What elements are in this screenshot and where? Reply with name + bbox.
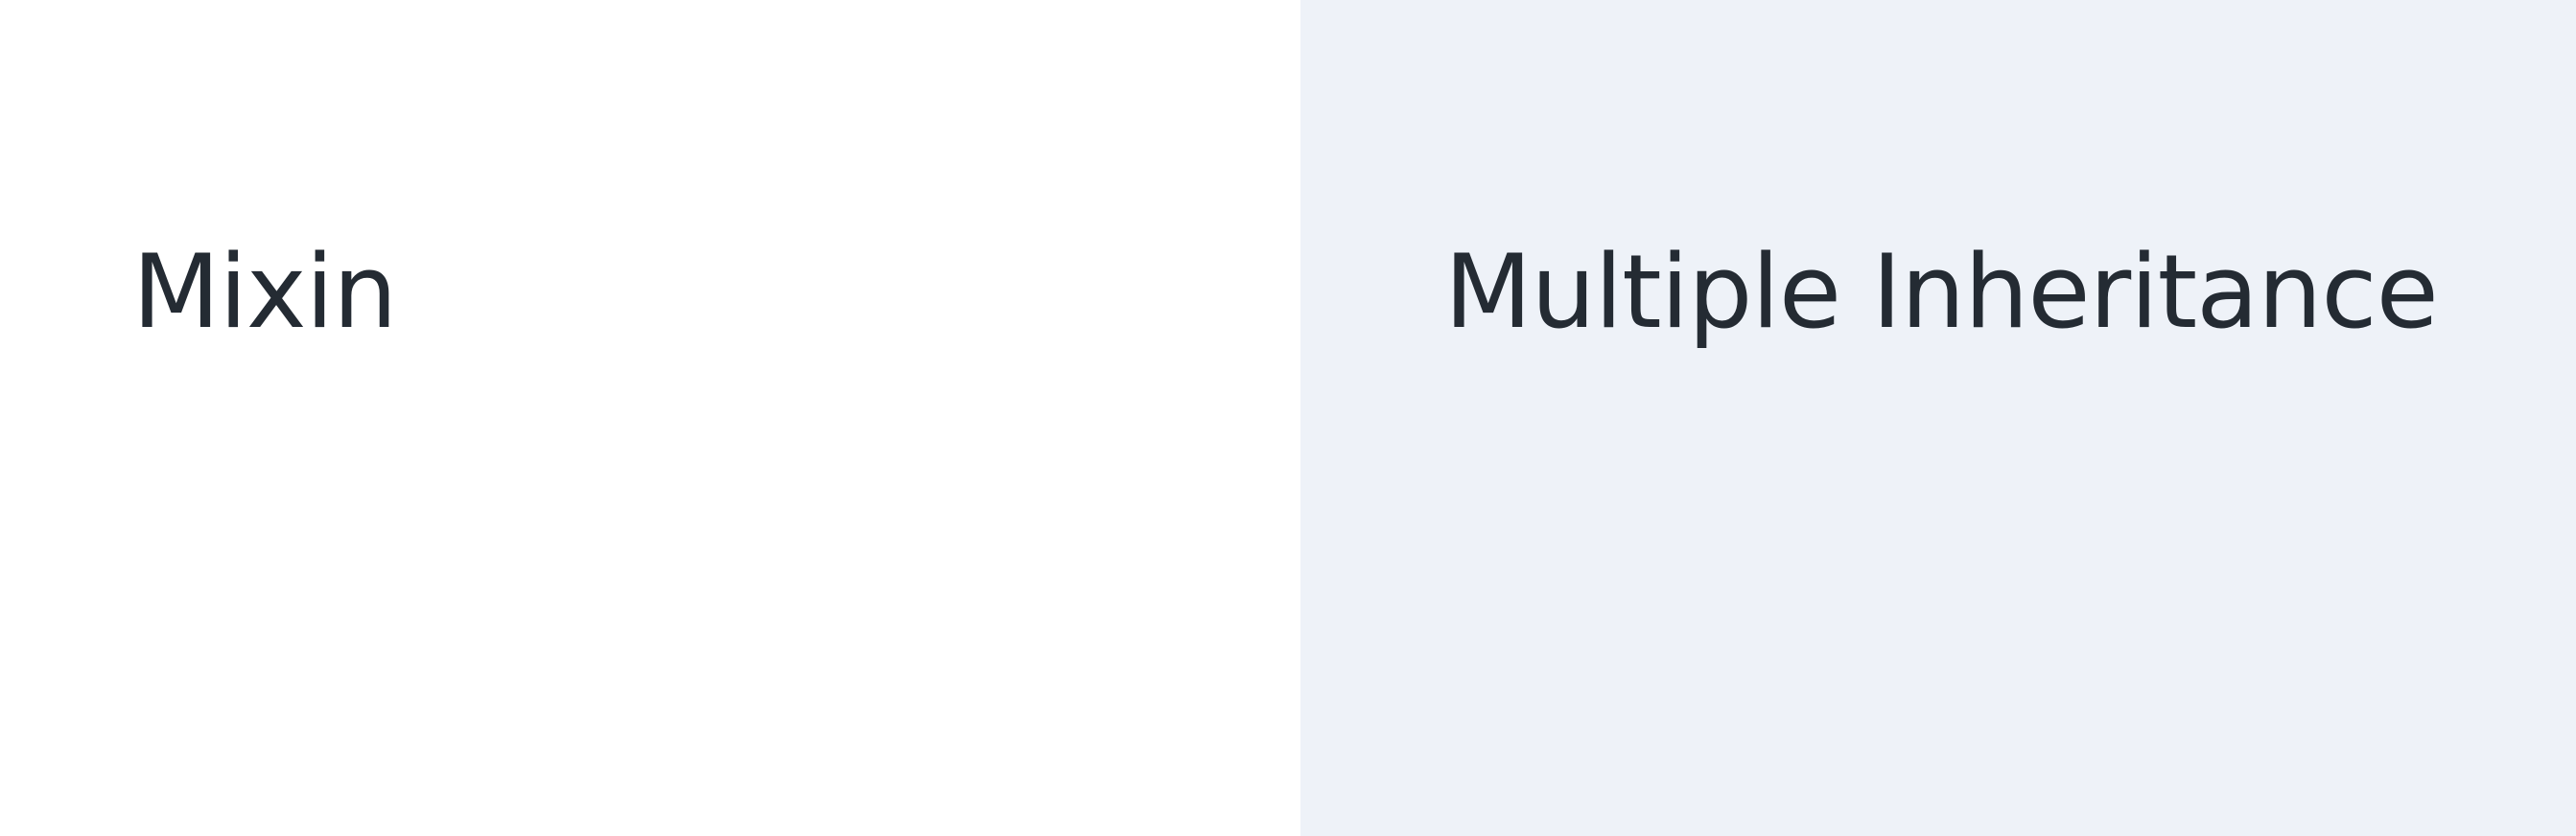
comparison-canvas: Mixin Multiple Inheritance xyxy=(0,0,2576,836)
mixin-panel: Mixin xyxy=(0,0,1300,836)
multiple-inheritance-panel: Multiple Inheritance xyxy=(1300,0,2576,836)
multiple-inheritance-title: Multiple Inheritance xyxy=(1444,233,2439,351)
mixin-title: Mixin xyxy=(132,233,397,351)
